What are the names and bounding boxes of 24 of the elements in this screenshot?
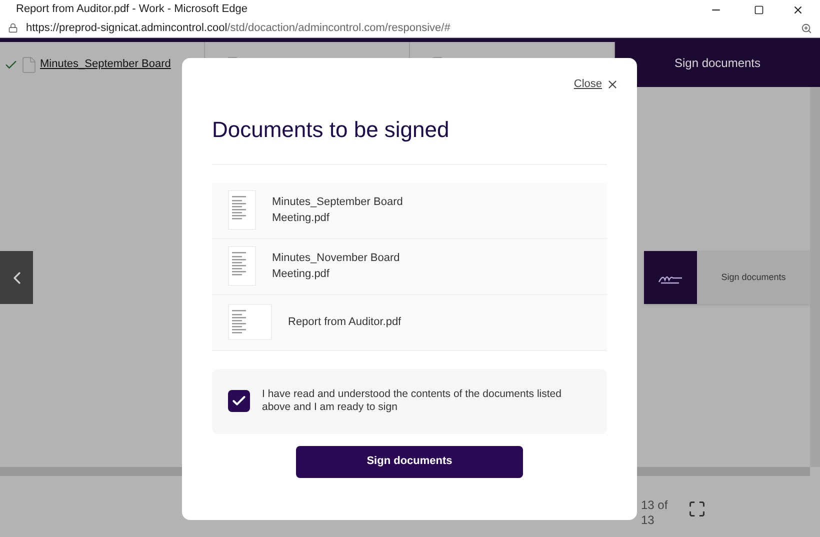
maximize-icon[interactable] [754,4,764,14]
close-icon[interactable] [792,4,804,16]
dialog-title: Documents to be signed [212,112,607,164]
sign-documents-panel[interactable]: Sign documents [644,251,810,304]
sign-documents-button[interactable]: Sign documents [615,38,820,87]
confirmation-text: I have read and understood the contents of the documents listed above and I am ready to sign [262,388,562,414]
address-bar[interactable]: https://preprod-signicat.admincontrol.cool/std/docaction/admincontrol.com/responsive/# [0,19,820,38]
fullscreen-icon[interactable] [688,500,706,518]
zoom-icon[interactable] [801,22,812,34]
close-icon [606,78,619,91]
document-thumbnail-icon [228,246,256,286]
tab-label: Minutes_September Board [40,57,171,72]
window-title: Report from Auditor.pdf - Work - Microsoft Edge [16,2,248,18]
document-name: Report from Auditor.pdf [288,314,402,330]
document-thumbnail-icon [228,304,272,340]
page-indicator: 13 of 13 [641,498,668,527]
url-text: https://preprod-signicat.admincontrol.cool/std/docaction/admincontrol.com/responsive/# [26,20,452,36]
document-thumbnail-icon [228,190,256,230]
document-name: Minutes_November Board Meeting.pdf [272,250,401,282]
document-name: Minutes_September Board Meeting.pdf [272,194,404,226]
lock-icon [8,23,18,33]
sign-documents-button[interactable]: Sign documents [296,446,523,478]
document-icon [20,56,38,74]
checkbox[interactable] [228,390,250,412]
